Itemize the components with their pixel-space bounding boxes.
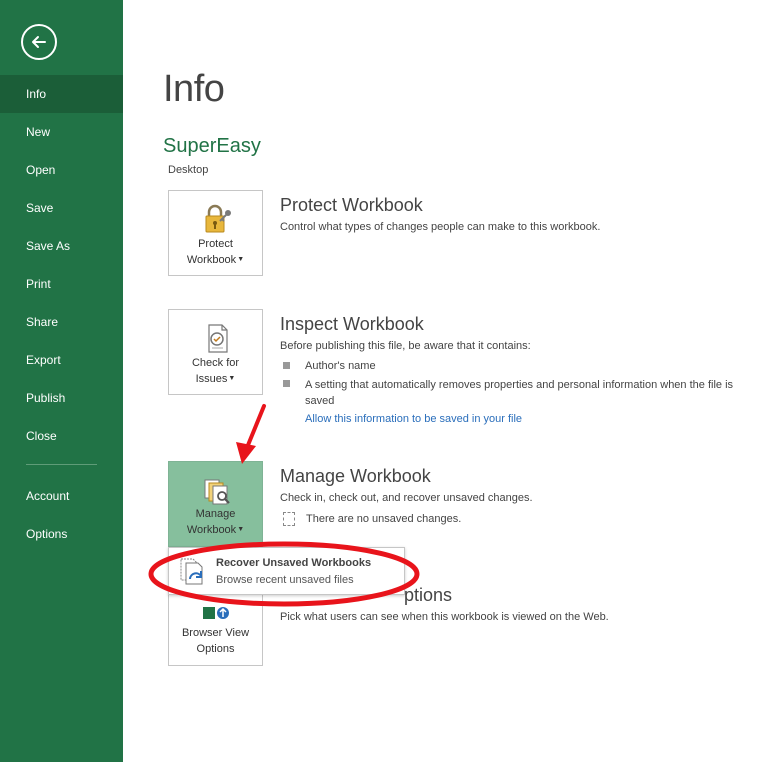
browser-view-label-line1: Browser View	[181, 627, 250, 639]
manage-workbook-button[interactable]: Manage Workbook▼	[168, 461, 263, 547]
inspect-bullet-item: Author's name	[305, 360, 376, 372]
sidebar-item-info[interactable]: Info	[0, 75, 123, 113]
sidebar-item-publish[interactable]: Publish	[0, 379, 123, 417]
sidebar-item-export[interactable]: Export	[0, 341, 123, 379]
protect-button-label-line2: Workbook	[186, 254, 237, 266]
sidebar-item-options[interactable]: Options	[0, 515, 123, 553]
manage-description: Check in, check out, and recover unsaved…	[280, 492, 533, 504]
inspect-title: Inspect Workbook	[280, 314, 424, 334]
inspect-bullet-item: A setting that automatically removes pro…	[305, 379, 734, 407]
manage-workbook-icon	[204, 479, 230, 505]
inspect-document-icon	[208, 324, 228, 353]
back-button[interactable]	[21, 24, 57, 60]
check-issues-label-line1: Check for	[191, 357, 240, 369]
sidebar-item-new[interactable]: New	[0, 113, 123, 151]
recover-unsaved-icon	[180, 558, 203, 585]
allow-info-link[interactable]: Allow this information to be saved in yo…	[305, 413, 522, 425]
browser-view-title: ptions	[404, 585, 453, 605]
page-title: Info	[163, 68, 225, 110]
file-name: SuperEasy	[163, 135, 261, 157]
bullet-icon	[283, 362, 290, 369]
dropdown-subtitle: Browse recent unsaved files	[216, 574, 354, 586]
caret-down-icon: ▼	[237, 526, 245, 534]
protect-description: Control what types of changes people can…	[280, 221, 601, 233]
sidebar-item-print[interactable]: Print	[0, 265, 123, 303]
bullet-icon	[283, 380, 290, 387]
protect-button-label-line1: Protect	[198, 238, 233, 250]
backstage-sidebar: Info New Open Save Save As Print Share E…	[0, 0, 123, 762]
check-issues-label-line2: Issues	[195, 373, 228, 385]
sidebar-item-account[interactable]: Account	[0, 477, 123, 515]
sidebar-item-save[interactable]: Save	[0, 189, 123, 227]
document-icon	[283, 512, 295, 526]
sidebar-item-close[interactable]: Close	[0, 417, 123, 455]
protect-title: Protect Workbook	[280, 195, 423, 215]
sidebar-nav: Info New Open Save Save As Print Share E…	[0, 75, 123, 553]
sidebar-item-save-as[interactable]: Save As	[0, 227, 123, 265]
manage-label-line2: Workbook	[186, 524, 237, 536]
dropdown-title: Recover Unsaved Workbooks	[216, 557, 372, 569]
manage-label-line1: Manage	[195, 508, 236, 520]
protect-workbook-button[interactable]: Protect Workbook▼	[168, 190, 263, 276]
lock-key-icon	[205, 204, 231, 233]
inspect-description: Before publishing this file, be aware th…	[280, 340, 531, 352]
file-location: Desktop	[168, 164, 209, 176]
browser-view-label-line2: Options	[196, 643, 235, 655]
browser-view-icon	[203, 607, 229, 619]
manage-status: There are no unsaved changes.	[306, 513, 462, 525]
browser-view-description: Pick what users can see when this workbo…	[280, 611, 609, 623]
check-for-issues-button[interactable]: Check for Issues▼	[168, 309, 263, 395]
manage-title: Manage Workbook	[280, 466, 431, 486]
sidebar-item-share[interactable]: Share	[0, 303, 123, 341]
annotation-arrow-icon	[236, 404, 266, 464]
sidebar-divider	[26, 464, 97, 465]
sidebar-item-open[interactable]: Open	[0, 151, 123, 189]
caret-down-icon: ▼	[228, 375, 236, 383]
recover-unsaved-workbooks-menu-item[interactable]: Recover Unsaved Workbooks Browse recent …	[168, 547, 405, 595]
caret-down-icon: ▼	[237, 256, 245, 264]
back-arrow-icon	[32, 36, 46, 48]
